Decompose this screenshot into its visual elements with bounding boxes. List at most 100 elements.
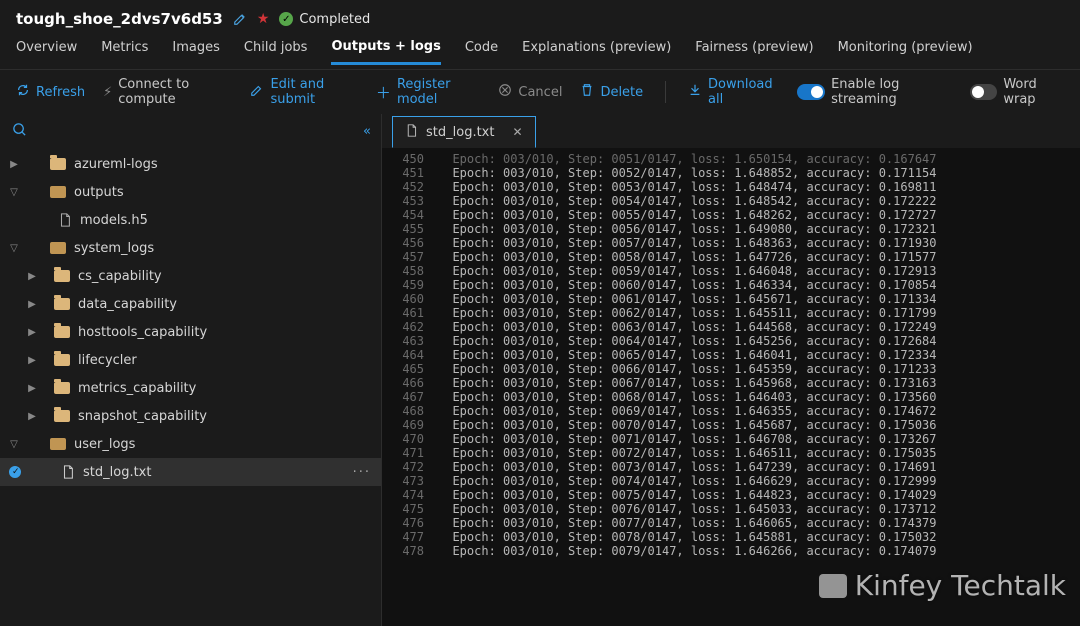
folder-open-icon bbox=[50, 438, 66, 450]
log-line: 452 Epoch: 003/010, Step: 0053/0147, los… bbox=[382, 180, 1080, 194]
folder-icon bbox=[54, 270, 70, 282]
delete-label: Delete bbox=[600, 85, 643, 100]
tree-label: data_capability bbox=[78, 297, 177, 312]
tree-label: models.h5 bbox=[80, 213, 148, 228]
toolbar: Refresh ⚡ Connect to compute Edit and su… bbox=[0, 70, 1080, 114]
log-line: 455 Epoch: 003/010, Step: 0056/0147, los… bbox=[382, 222, 1080, 236]
log-line: 474 Epoch: 003/010, Step: 0075/0147, los… bbox=[382, 488, 1080, 502]
tab-outputs-logs[interactable]: Outputs + logs bbox=[331, 39, 440, 65]
file-tabs: std_log.txt ✕ bbox=[382, 114, 1080, 148]
delete-button[interactable]: Delete bbox=[580, 83, 643, 101]
tree-folder-azureml-logs[interactable]: ▶ azureml-logs bbox=[0, 150, 381, 178]
tree-folder-lifecycler[interactable]: ▶ lifecycler bbox=[0, 346, 381, 374]
tree-folder-outputs[interactable]: ▽ outputs bbox=[0, 178, 381, 206]
connect-label: Connect to compute bbox=[118, 77, 232, 107]
log-line: 461 Epoch: 003/010, Step: 0062/0147, los… bbox=[382, 306, 1080, 320]
job-name: tough_shoe_2dvs7v6d53 bbox=[16, 10, 223, 28]
folder-icon bbox=[54, 410, 70, 422]
edit-submit-label: Edit and submit bbox=[270, 77, 357, 107]
tree-file-std-log[interactable]: std_log.txt ··· bbox=[0, 458, 381, 486]
tab-images[interactable]: Images bbox=[172, 40, 220, 63]
refresh-label: Refresh bbox=[36, 85, 85, 100]
tab-monitoring[interactable]: Monitoring (preview) bbox=[838, 40, 973, 63]
log-streaming-toggle[interactable]: Enable log streaming bbox=[797, 77, 951, 107]
plug-icon: ⚡ bbox=[103, 85, 112, 100]
tree-label: cs_capability bbox=[78, 269, 162, 284]
toggle-off-icon bbox=[970, 84, 998, 100]
tab-code[interactable]: Code bbox=[465, 40, 498, 63]
refresh-button[interactable]: Refresh bbox=[16, 83, 85, 101]
folder-icon bbox=[54, 382, 70, 394]
trash-icon bbox=[580, 83, 594, 101]
log-line: 469 Epoch: 003/010, Step: 0070/0147, los… bbox=[382, 418, 1080, 432]
tab-explanations[interactable]: Explanations (preview) bbox=[522, 40, 671, 63]
tree-label: system_logs bbox=[74, 241, 154, 256]
close-icon[interactable]: ✕ bbox=[512, 125, 522, 139]
chevron-right-icon: ▶ bbox=[24, 271, 40, 282]
tab-metrics[interactable]: Metrics bbox=[101, 40, 148, 63]
tree-label: azureml-logs bbox=[74, 157, 158, 172]
tree-file-models-h5[interactable]: models.h5 bbox=[0, 206, 381, 234]
folder-icon bbox=[50, 158, 66, 170]
log-line: 467 Epoch: 003/010, Step: 0068/0147, los… bbox=[382, 390, 1080, 404]
chevron-right-icon: ▶ bbox=[24, 327, 40, 338]
download-all-button[interactable]: Download all bbox=[688, 77, 779, 107]
nav-tabs: Overview Metrics Images Child jobs Outpu… bbox=[0, 34, 1080, 70]
tree-folder-snapshot-capability[interactable]: ▶ snapshot_capability bbox=[0, 402, 381, 430]
more-options-icon[interactable]: ··· bbox=[353, 465, 371, 480]
register-model-label: Register model bbox=[397, 77, 480, 107]
check-circle-icon: ✓ bbox=[279, 12, 293, 26]
log-line: 451 Epoch: 003/010, Step: 0052/0147, los… bbox=[382, 166, 1080, 180]
star-icon[interactable]: ★ bbox=[257, 11, 270, 27]
cancel-button[interactable]: Cancel bbox=[498, 83, 562, 101]
log-line: 476 Epoch: 003/010, Step: 0077/0147, los… bbox=[382, 516, 1080, 530]
connect-button[interactable]: ⚡ Connect to compute bbox=[103, 77, 232, 107]
register-model-button[interactable]: ＋ Register model bbox=[376, 77, 480, 107]
folder-icon bbox=[54, 354, 70, 366]
download-all-label: Download all bbox=[708, 77, 779, 107]
edit-submit-button[interactable]: Edit and submit bbox=[250, 77, 357, 107]
tree-folder-hosttools-capability[interactable]: ▶ hosttools_capability bbox=[0, 318, 381, 346]
content-pane: std_log.txt ✕ 450 Epoch: 003/010, Step: … bbox=[382, 114, 1080, 626]
log-line: 457 Epoch: 003/010, Step: 0058/0147, los… bbox=[382, 250, 1080, 264]
edit-icon[interactable] bbox=[233, 12, 247, 26]
log-line: 472 Epoch: 003/010, Step: 0073/0147, los… bbox=[382, 460, 1080, 474]
log-line: 465 Epoch: 003/010, Step: 0066/0147, los… bbox=[382, 362, 1080, 376]
log-line: 450 Epoch: 003/010, Step: 0051/0147, los… bbox=[382, 152, 1080, 166]
tree-label: hosttools_capability bbox=[78, 325, 207, 340]
word-wrap-toggle[interactable]: Word wrap bbox=[970, 77, 1064, 107]
tab-child-jobs[interactable]: Child jobs bbox=[244, 40, 308, 63]
tree-label: outputs bbox=[74, 185, 124, 200]
chevron-right-icon: ▶ bbox=[24, 299, 40, 310]
tree-folder-cs-capability[interactable]: ▶ cs_capability bbox=[0, 262, 381, 290]
log-line: 477 Epoch: 003/010, Step: 0078/0147, los… bbox=[382, 530, 1080, 544]
tree-folder-metrics-capability[interactable]: ▶ metrics_capability bbox=[0, 374, 381, 402]
file-icon bbox=[61, 465, 75, 479]
chevron-down-icon: ▽ bbox=[6, 439, 22, 450]
cancel-label: Cancel bbox=[518, 85, 562, 100]
file-tree: ▶ azureml-logs ▽ outputs models.h5 bbox=[0, 148, 381, 626]
log-output[interactable]: 450 Epoch: 003/010, Step: 0051/0147, los… bbox=[382, 148, 1080, 626]
tab-overview[interactable]: Overview bbox=[16, 40, 77, 63]
search-icon[interactable] bbox=[12, 122, 27, 141]
tree-folder-user-logs[interactable]: ▽ user_logs bbox=[0, 430, 381, 458]
sidebar: « ▶ azureml-logs ▽ outputs bbox=[0, 114, 382, 626]
tab-fairness[interactable]: Fairness (preview) bbox=[695, 40, 813, 63]
tree-folder-data-capability[interactable]: ▶ data_capability bbox=[0, 290, 381, 318]
log-line: 466 Epoch: 003/010, Step: 0067/0147, los… bbox=[382, 376, 1080, 390]
status-badge: ✓ Completed bbox=[279, 12, 370, 27]
log-line: 468 Epoch: 003/010, Step: 0069/0147, los… bbox=[382, 404, 1080, 418]
file-tab-std-log[interactable]: std_log.txt ✕ bbox=[392, 116, 536, 148]
toolbar-separator bbox=[665, 81, 666, 103]
log-streaming-label: Enable log streaming bbox=[831, 77, 951, 107]
tree-label: lifecycler bbox=[78, 353, 137, 368]
collapse-panel-icon[interactable]: « bbox=[363, 124, 371, 139]
tree-folder-system-logs[interactable]: ▽ system_logs bbox=[0, 234, 381, 262]
file-icon bbox=[405, 124, 418, 141]
log-line: 464 Epoch: 003/010, Step: 0065/0147, los… bbox=[382, 348, 1080, 362]
search-input[interactable] bbox=[33, 124, 233, 139]
download-icon bbox=[688, 83, 702, 101]
folder-icon bbox=[54, 326, 70, 338]
log-line: 475 Epoch: 003/010, Step: 0076/0147, los… bbox=[382, 502, 1080, 516]
file-icon bbox=[58, 213, 72, 227]
